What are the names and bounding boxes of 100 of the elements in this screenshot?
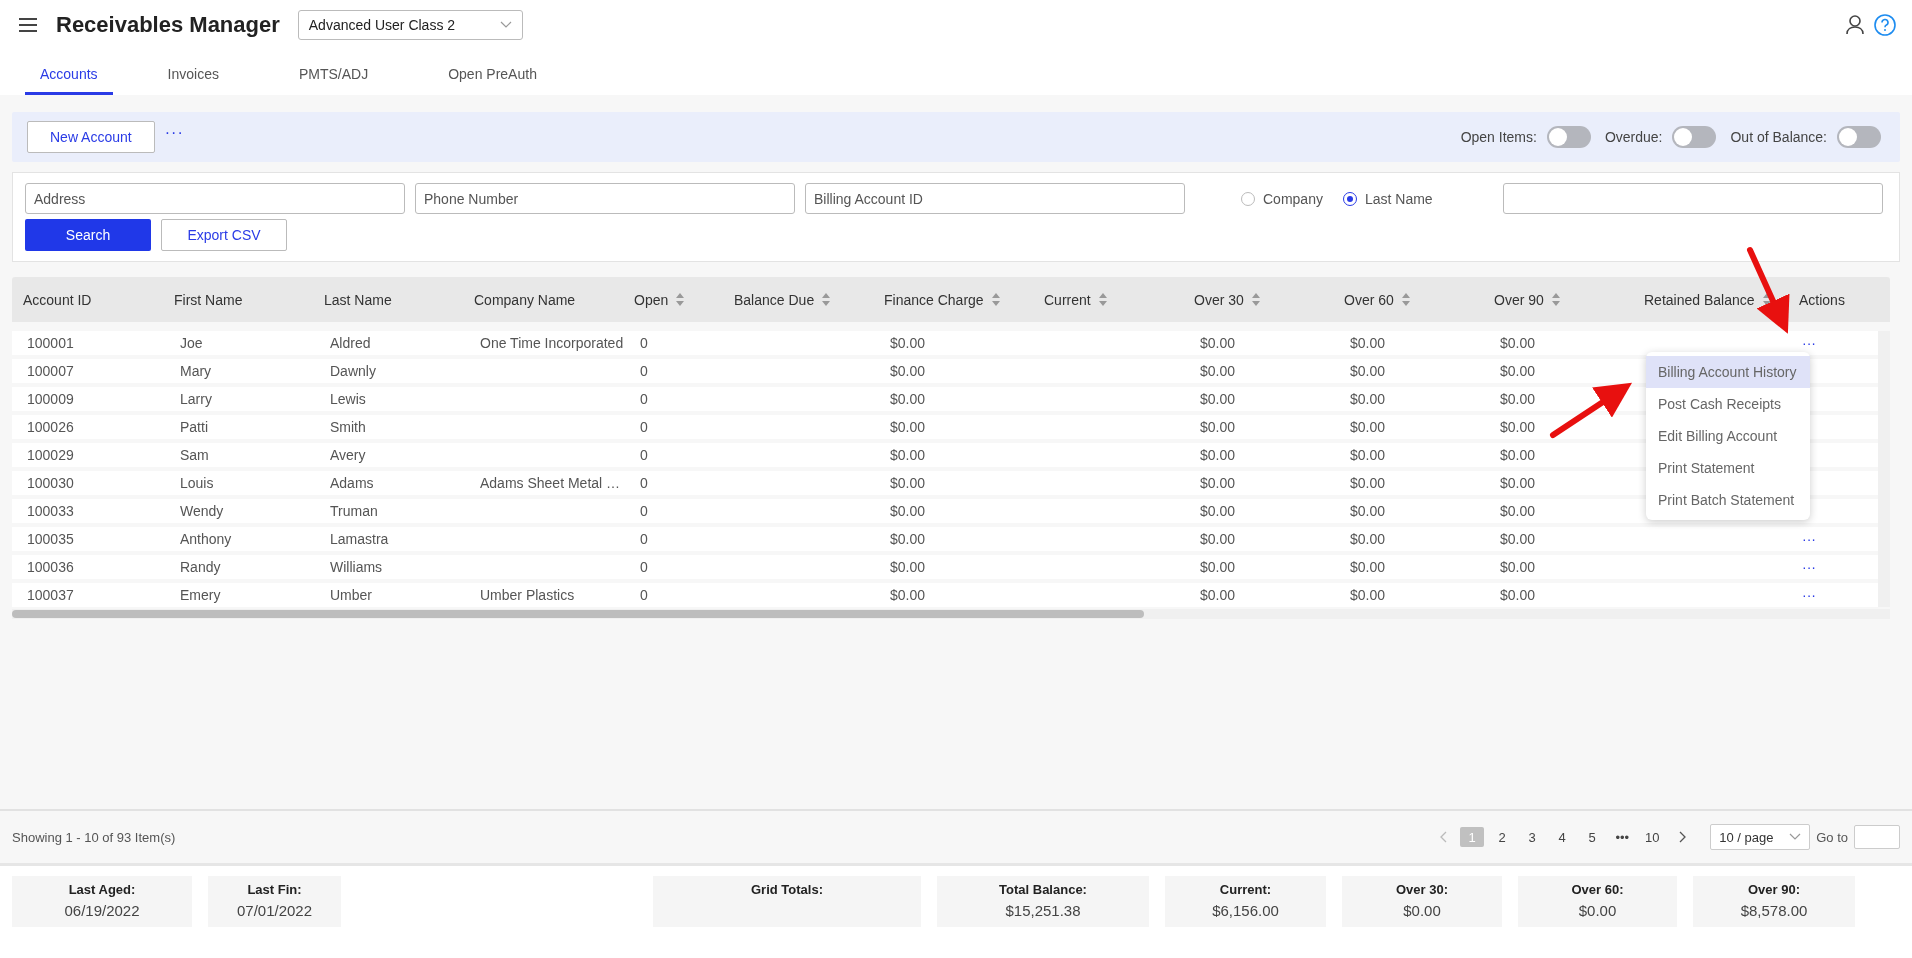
search-field[interactable]: Phone Number bbox=[415, 183, 795, 214]
total-label: Total Balance: bbox=[999, 882, 1087, 897]
sort-icon[interactable] bbox=[991, 293, 1000, 306]
date-label: Last Aged: bbox=[68, 882, 136, 897]
tab[interactable]: PMTS/ADJ bbox=[283, 66, 384, 95]
table-cell: $0.00 bbox=[1350, 447, 1386, 463]
search-button[interactable]: Search bbox=[25, 219, 151, 251]
total-value: $8,578.00 bbox=[1740, 902, 1808, 919]
table-cell: $0.00 bbox=[1500, 363, 1536, 379]
sort-icon[interactable] bbox=[1401, 293, 1410, 306]
menu-icon[interactable] bbox=[18, 17, 38, 33]
page-size-select[interactable]: 10 / page bbox=[1710, 824, 1811, 850]
table-cell: $0.00 bbox=[1500, 531, 1536, 547]
table-cell: 100030 bbox=[27, 475, 74, 491]
search-field[interactable]: Address bbox=[25, 183, 405, 214]
table-cell: $0.00 bbox=[1200, 447, 1236, 463]
more-button[interactable]: ··· bbox=[164, 124, 184, 142]
goto-label: Go to bbox=[1816, 829, 1848, 845]
table-cell: $0.00 bbox=[1200, 391, 1236, 407]
actions-button[interactable]: ··· bbox=[1788, 559, 1816, 575]
table-cell: Avery bbox=[330, 447, 366, 463]
table-cell: $0.00 bbox=[890, 363, 926, 379]
table-cell: 0 bbox=[640, 531, 648, 547]
user-icon[interactable] bbox=[1846, 15, 1864, 35]
actions-button[interactable]: ··· bbox=[1788, 531, 1816, 547]
export-csv-button[interactable]: Export CSV bbox=[161, 219, 287, 251]
table-cell: $0.00 bbox=[1500, 391, 1536, 407]
tab[interactable]: Open PreAuth bbox=[433, 66, 552, 95]
column-header: Last Name bbox=[324, 291, 392, 308]
date-value: 07/01/2022 bbox=[236, 902, 313, 919]
table-cell: Patti bbox=[180, 419, 208, 435]
total-label: Over 90: bbox=[1747, 882, 1800, 897]
menu-item[interactable]: Post Cash Receipts bbox=[1646, 388, 1810, 420]
sort-icon[interactable] bbox=[1251, 293, 1260, 306]
sort-icon[interactable] bbox=[1762, 293, 1771, 306]
page-button[interactable]: 3 bbox=[1520, 827, 1545, 847]
tab[interactable]: Accounts bbox=[25, 66, 113, 95]
tab[interactable]: Invoices bbox=[152, 66, 234, 95]
page-button[interactable]: 5 bbox=[1580, 827, 1605, 847]
table-cell: Emery bbox=[180, 587, 221, 603]
total-value: $15,251.38 bbox=[1005, 902, 1081, 919]
table-cell: 100033 bbox=[27, 503, 74, 519]
table-cell: 100035 bbox=[27, 531, 74, 547]
menu-item[interactable]: Billing Account History bbox=[1646, 356, 1810, 388]
horizontal-scrollbar[interactable] bbox=[12, 610, 1144, 618]
search-field[interactable]: Billing Account ID bbox=[805, 183, 1185, 214]
total-label: Over 30: bbox=[1395, 882, 1448, 897]
table-cell: $0.00 bbox=[1200, 503, 1236, 519]
radio-option[interactable]: Last Name bbox=[1342, 190, 1433, 207]
table-cell: Louis bbox=[180, 475, 214, 491]
table-cell: 100036 bbox=[27, 559, 74, 575]
table-cell: Dawnly bbox=[330, 363, 376, 379]
table-cell: $0.00 bbox=[1350, 559, 1386, 575]
menu-item[interactable]: Print Statement bbox=[1646, 452, 1810, 484]
table-cell: 0 bbox=[640, 335, 648, 351]
sort-icon[interactable] bbox=[676, 293, 685, 306]
date-value: 06/19/2022 bbox=[64, 902, 140, 919]
table-cell: Wendy bbox=[180, 503, 224, 519]
table-cell: $0.00 bbox=[890, 531, 926, 547]
table-cell: 100007 bbox=[27, 363, 74, 379]
column-header: Retained Balance bbox=[1644, 291, 1755, 308]
table-cell: $0.00 bbox=[890, 503, 926, 519]
table-cell: 100026 bbox=[27, 419, 74, 435]
caret-icon bbox=[499, 21, 512, 29]
actions-button[interactable]: ··· bbox=[1788, 335, 1816, 351]
table-cell: $0.00 bbox=[1500, 503, 1536, 519]
sort-icon[interactable] bbox=[1551, 293, 1560, 306]
help-icon[interactable] bbox=[1874, 14, 1896, 36]
page-button[interactable]: 4 bbox=[1550, 827, 1575, 847]
new-account-button[interactable]: New Account bbox=[27, 121, 155, 153]
role-select[interactable]: Advanced User Class 2 bbox=[297, 10, 523, 40]
menu-item[interactable]: Edit Billing Account bbox=[1646, 420, 1810, 452]
name-search-field[interactable] bbox=[1502, 183, 1883, 214]
total-label: Grid Totals: bbox=[751, 882, 823, 897]
page-button[interactable]: ••• bbox=[1610, 827, 1635, 847]
actions-button[interactable]: ··· bbox=[1788, 587, 1816, 603]
table-cell: 100009 bbox=[27, 391, 74, 407]
toggle-switch[interactable] bbox=[1837, 126, 1881, 148]
table-cell: Umber Plastics bbox=[480, 587, 575, 603]
sort-icon[interactable] bbox=[1098, 293, 1107, 306]
table-cell: One Time Incorporated bbox=[480, 335, 624, 351]
previous-page-icon[interactable] bbox=[1440, 831, 1449, 843]
table-cell: Lewis bbox=[330, 391, 366, 407]
table-cell: $0.00 bbox=[1350, 335, 1386, 351]
page-button[interactable]: 10 bbox=[1640, 827, 1665, 847]
sort-icon[interactable] bbox=[822, 293, 831, 306]
total-value: $6,156.00 bbox=[1212, 902, 1279, 919]
radio-option[interactable]: Company bbox=[1241, 190, 1323, 207]
toggle-switch[interactable] bbox=[1672, 126, 1717, 148]
total-label: Current: bbox=[1219, 882, 1272, 897]
table-cell: 100037 bbox=[27, 587, 74, 603]
next-page-icon[interactable] bbox=[1678, 831, 1687, 843]
table-cell: $0.00 bbox=[1500, 335, 1536, 351]
table-cell: $0.00 bbox=[1200, 335, 1236, 351]
menu-item[interactable]: Print Batch Statement bbox=[1646, 484, 1810, 516]
table-cell: $0.00 bbox=[1350, 363, 1386, 379]
goto-field[interactable] bbox=[1854, 825, 1900, 849]
table-cell: $0.00 bbox=[1500, 447, 1536, 463]
toggle-switch[interactable] bbox=[1546, 126, 1591, 148]
page-button[interactable]: 2 bbox=[1490, 827, 1515, 847]
